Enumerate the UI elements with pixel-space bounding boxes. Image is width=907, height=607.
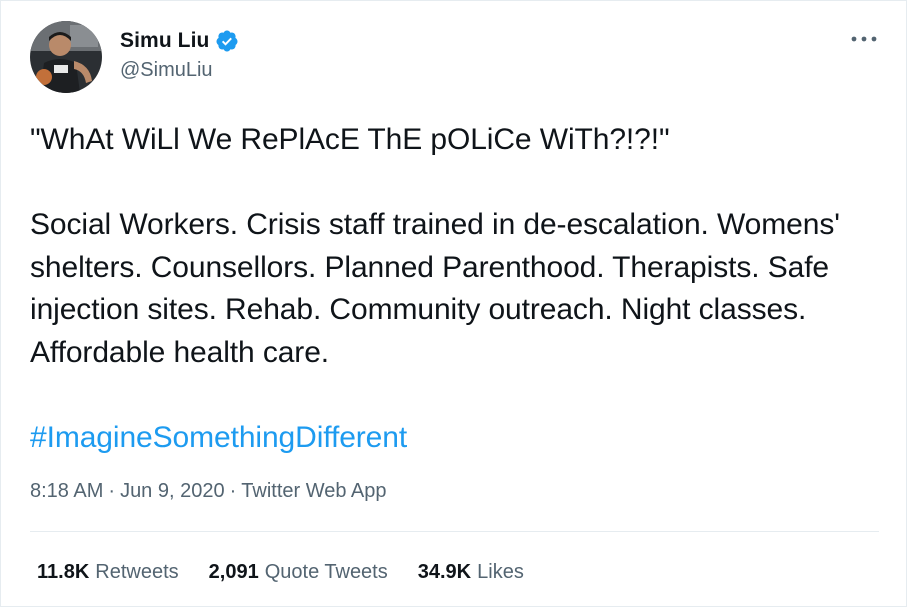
- tweet-text: "WhAt WiLl We RePlAcE ThE pOLiCe WiTh?!?…: [30, 119, 890, 459]
- retweets-count: 11.8K: [37, 561, 90, 583]
- verified-badge-icon: [215, 29, 239, 53]
- tweet-line-question: "WhAt WiLl We RePlAcE ThE pOLiCe WiTh?!?…: [30, 123, 670, 156]
- author-name-row[interactable]: Simu Liu: [120, 29, 239, 53]
- likes-count: 34.9K: [417, 561, 472, 583]
- source-link[interactable]: Twitter Web App: [241, 480, 386, 503]
- quote-tweets-label: Quote Tweets: [264, 561, 388, 583]
- meta-separator: ·: [108, 480, 116, 502]
- more-options-button[interactable]: [847, 29, 881, 49]
- hashtag-link[interactable]: #ImagineSomethingDifferent: [30, 421, 407, 454]
- timestamp-time-link[interactable]: 8:18 AM: [30, 480, 103, 503]
- timestamp-date-link[interactable]: Jun 9, 2020: [120, 480, 225, 503]
- engagement-stats: 11.8K Retweets 2,091 Quote Tweets 34.9K …: [37, 561, 554, 584]
- display-name[interactable]: Simu Liu: [120, 29, 209, 53]
- retweets-label: Retweets: [95, 561, 179, 583]
- likes-stat[interactable]: 34.9K Likes: [418, 561, 524, 584]
- tweet-meta: 8:18 AM · Jun 9, 2020 · Twitter Web App: [30, 480, 387, 503]
- avatar[interactable]: [30, 21, 102, 93]
- quote-tweets-stat[interactable]: 2,091 Quote Tweets: [209, 561, 388, 584]
- meta-separator: ·: [229, 480, 237, 502]
- tweet-paragraph-list: Social Workers. Crisis staff trained in …: [30, 208, 849, 369]
- quote-tweets-count: 2,091: [208, 561, 259, 583]
- tweet-card: Simu Liu @SimuLiu "WhAt WiLl We RePlAcE …: [0, 0, 907, 607]
- divider: [30, 531, 879, 532]
- more-horizontal-icon: [851, 36, 877, 42]
- likes-label: Likes: [477, 561, 524, 583]
- retweets-stat[interactable]: 11.8K Retweets: [37, 561, 179, 584]
- user-handle[interactable]: @SimuLiu: [120, 59, 213, 82]
